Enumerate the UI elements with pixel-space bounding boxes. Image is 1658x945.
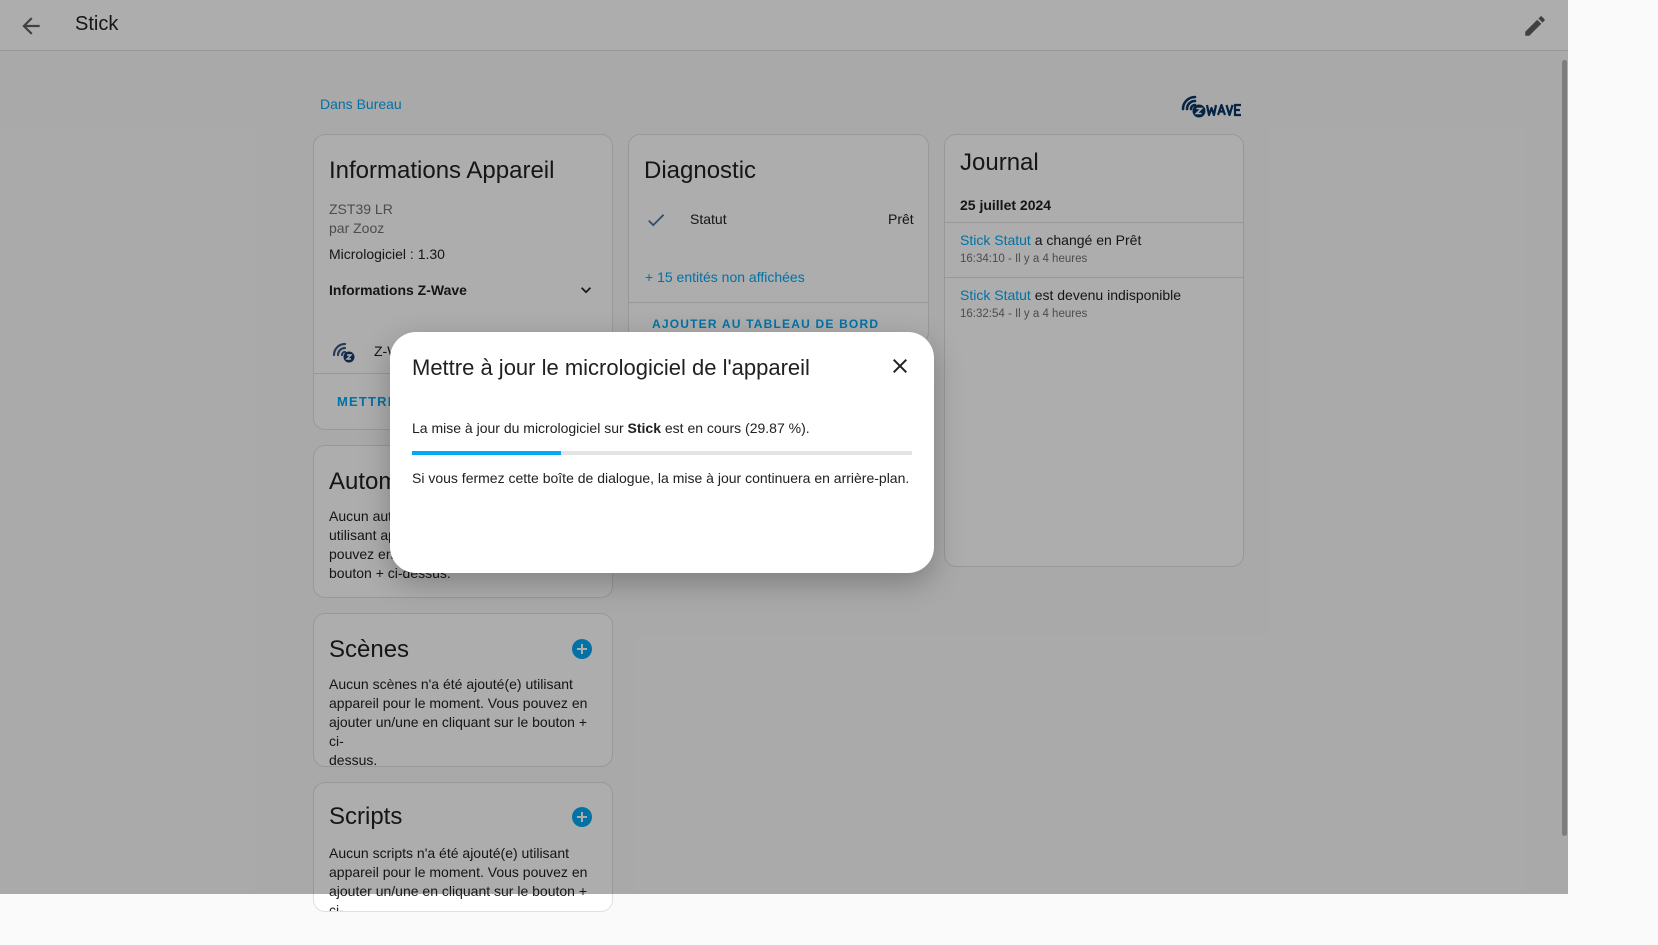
dialog-note: Si vous fermez cette boîte de dialogue, … bbox=[412, 470, 910, 486]
dialog-title: Mettre à jour le micrologiciel de l'appa… bbox=[412, 355, 810, 380]
dialog-progress-text: La mise à jour du micrologiciel sur Stic… bbox=[412, 420, 810, 436]
firmware-update-dialog: Mettre à jour le micrologiciel de l'appa… bbox=[390, 332, 934, 573]
update-progress-bar bbox=[412, 451, 912, 455]
dialog-device-name: Stick bbox=[627, 420, 661, 436]
close-icon[interactable] bbox=[888, 354, 912, 378]
update-progress-fill bbox=[412, 451, 562, 455]
